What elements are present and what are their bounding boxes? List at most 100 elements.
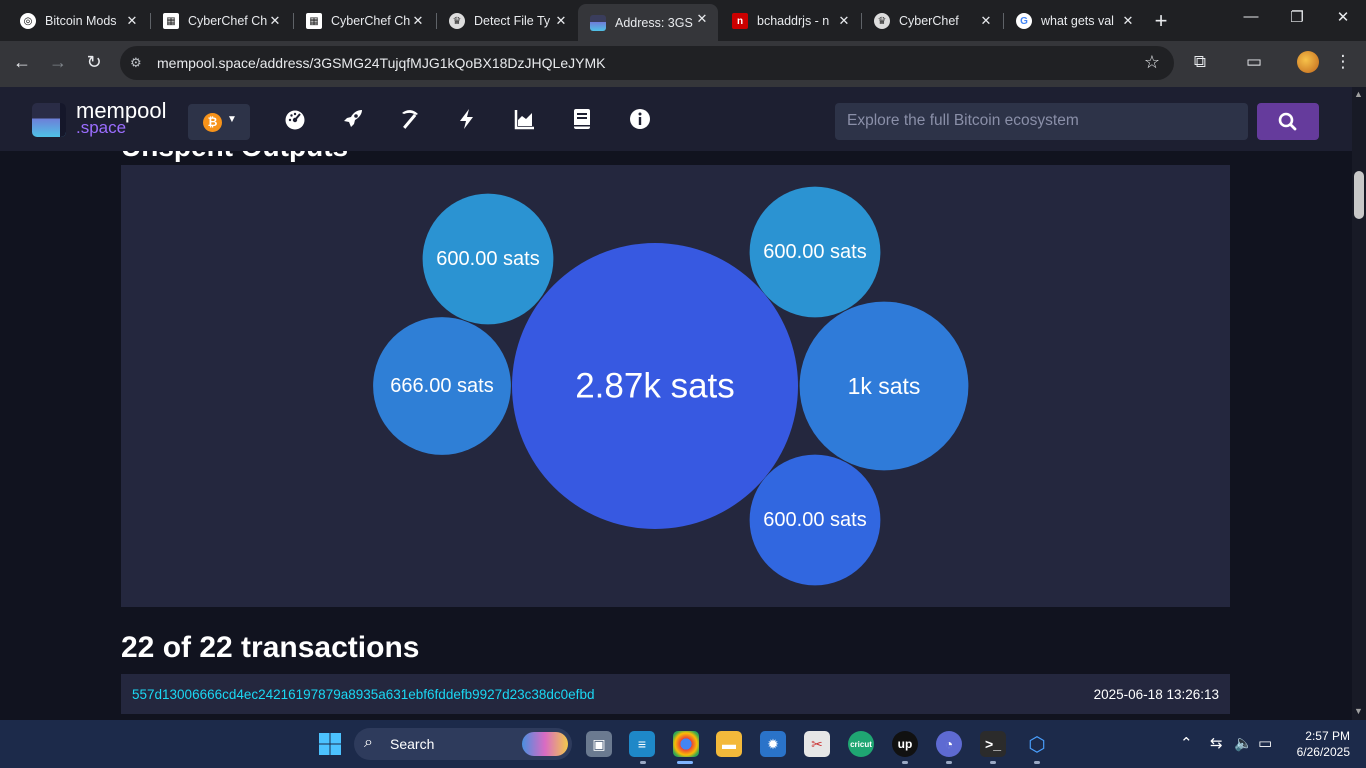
bubble-label: 600.00 sats [763,241,866,263]
app-running-indicator [946,761,952,764]
new-tab-button[interactable]: + [1150,8,1172,34]
close-icon[interactable]: ✕ [836,13,852,29]
tab-bchaddrjs[interactable]: n bchaddrjs - n ✕ [720,6,860,36]
bookmark-star-icon[interactable]: ☆ [1144,52,1160,73]
upwork-icon[interactable]: up [892,731,918,757]
scroll-up-arrow[interactable]: ▲ [1354,89,1363,99]
tab-google-search[interactable]: G what gets val ✕ [1004,6,1144,36]
taskbar-clock[interactable]: 2:57 PM 6/26/2025 [1288,728,1350,760]
minimize-button[interactable]: — [1228,8,1274,25]
search-highlight-art [522,732,568,756]
close-icon[interactable]: ✕ [694,11,710,27]
forward-button[interactable]: → [46,52,70,73]
extensions-icon[interactable]: ⧉ [1189,52,1211,72]
notepad-icon[interactable]: ≡ [629,731,655,757]
tab-label: bchaddrjs - n [757,14,830,28]
close-icon[interactable]: ✕ [978,13,994,29]
search-icon [1278,112,1297,131]
url-text[interactable]: mempool.space/address/3GSMG24TujqfMJG1kQ… [157,55,605,71]
tab-bitcoin-mods[interactable]: ◎ Bitcoin Mods ✕ [8,6,148,36]
dashboard-icon[interactable] [283,107,307,131]
tab-label: Detect File Ty [474,14,551,28]
windows-start-icon[interactable] [317,731,343,757]
close-icon[interactable]: ✕ [267,13,283,29]
scroll-down-arrow[interactable]: ▼ [1354,706,1363,716]
chrome-icon[interactable] [673,731,699,757]
search-icon: ⌕ [364,734,373,751]
about-icon[interactable] [628,107,652,131]
utxo-bubble-chart: 2.87k sats 1k sats 666.00 sats 600.00 sats 6… [121,165,1230,607]
tx-timestamp: 2025-06-18 13:26:13 [1093,687,1219,702]
close-icon[interactable]: ✕ [1120,13,1136,29]
profile-avatar[interactable] [1297,51,1319,73]
close-icon[interactable]: ✕ [124,13,140,29]
back-button[interactable]: ← [10,52,34,73]
mining-icon[interactable] [398,107,422,131]
chef-hat-icon: ♛ [874,13,890,29]
snipping-tool-icon[interactable]: ✂ [804,731,830,757]
restore-button[interactable]: ❐ [1274,8,1320,26]
page-content: Unspent Outputs 2.87k sats 1k sats 666.00 … [0,151,1352,720]
file-explorer-icon[interactable]: ▬ [716,731,742,757]
lightning-icon[interactable] [455,107,479,131]
clock-date: 6/26/2025 [1296,745,1350,759]
network-icon[interactable]: ⇆ [1210,734,1223,752]
bubble-label: 600.00 sats [436,248,539,270]
rocket-icon[interactable] [341,107,365,131]
app-swirl-icon[interactable]: ◔ [936,731,962,757]
page-scrollbar[interactable]: ▲ ▼ [1352,87,1366,720]
docs-icon[interactable] [570,107,594,131]
tab-cyberchef-3[interactable]: ♛ CyberChef ✕ [862,6,1002,36]
windows-taskbar: ⌕ Search ▣ ≡ ▬ ✹ ✂ cricut up ◔ >_ ⬡ ⌃ ⇆ … [0,720,1366,768]
tab-label: Address: 3GS [615,15,693,30]
openai-icon: ◎ [20,13,36,29]
clock-time: 2:57 PM [1305,729,1350,743]
scrollbar-thumb[interactable] [1354,171,1364,219]
transactions-heading: 22 of 22 transactions [121,631,420,664]
search-button[interactable] [1257,103,1319,140]
search-input[interactable]: Explore the full Bitcoin ecosystem [835,103,1248,140]
graphs-icon[interactable] [513,107,537,131]
app-running-indicator [990,761,996,764]
browser-toolbar: ← → ↻ ⚙ mempool.space/address/3GSMG24Tuj… [0,41,1366,87]
cast-icon[interactable]: ▭ [1243,52,1265,72]
app-running-indicator [640,761,646,764]
cyberchef-icon: ▦ [306,13,322,29]
logo-subtext[interactable]: .space [76,118,126,138]
bubble-chart-svg: 2.87k sats 1k sats 666.00 sats 600.00 sats 6… [373,186,969,586]
terminal-icon[interactable]: >_ [980,731,1006,757]
close-icon[interactable]: ✕ [410,13,426,29]
txid-link[interactable]: 557d13006666cd4ec24216197879a8935a631ebf… [132,687,594,702]
app-running-indicator [1034,761,1040,764]
tab-address-active[interactable]: Address: 3GS ✕ [578,4,718,41]
cricut-icon[interactable]: cricut [848,731,874,757]
network-selector[interactable]: ₿ ▼ [188,104,250,140]
tab-detect-file-type[interactable]: ♛ Detect File Ty ✕ [437,6,577,36]
menu-icon[interactable]: ⋮ [1332,52,1354,72]
app-shield-icon[interactable]: ⬡ [1024,731,1050,757]
bubble-label: 600.00 sats [763,509,866,531]
site-info-icon[interactable]: ⚙ [130,55,146,71]
tab-label: CyberChef Ch [188,14,268,28]
caret-down-icon: ▼ [227,114,237,125]
taskbar-search-label: Search [390,736,435,752]
tab-cyberchef-1[interactable]: ▦ CyberChef Ch ✕ [151,6,291,36]
volume-icon[interactable]: 🔈 [1234,734,1253,752]
battery-icon[interactable]: ▭ [1258,734,1272,752]
section-title: Unspent Outputs [121,151,348,163]
npm-icon: n [732,13,748,29]
reload-button[interactable]: ↻ [82,52,106,73]
bubble-label: 2.87k sats [575,367,735,406]
mempool-logo-icon[interactable] [32,103,66,137]
tray-overflow-icon[interactable]: ⌃ [1180,734,1193,752]
task-view-icon[interactable]: ▣ [586,731,612,757]
settings-app-icon[interactable]: ✹ [760,731,786,757]
chef-hat-icon: ♛ [449,13,465,29]
table-row: 557d13006666cd4ec24216197879a8935a631ebf… [121,674,1230,714]
close-icon[interactable]: ✕ [553,13,569,29]
tab-label: CyberChef [899,14,959,28]
taskbar-search[interactable]: ⌕ Search [354,728,572,760]
address-bar[interactable]: ⚙ mempool.space/address/3GSMG24TujqfMJG1… [120,46,1174,80]
tab-cyberchef-2[interactable]: ▦ CyberChef Ch ✕ [294,6,434,36]
close-window-button[interactable]: ✕ [1320,8,1366,26]
